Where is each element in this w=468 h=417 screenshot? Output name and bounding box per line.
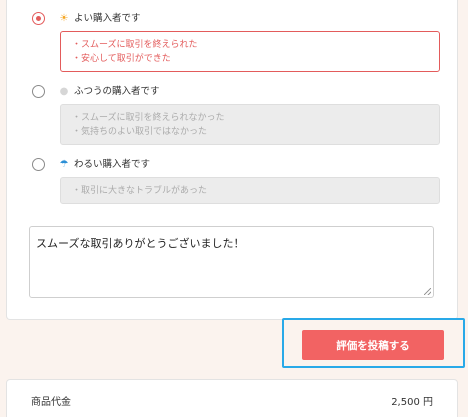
price-label: 商品代金	[31, 397, 71, 408]
cloud-icon: ●	[59, 85, 69, 97]
price-summary-card: 商品代金 2,500 円	[6, 379, 458, 417]
submit-review-button[interactable]: 評価を投稿する	[302, 330, 444, 360]
rating-option-good-label: よい購入者です	[74, 12, 141, 24]
rating-option-bad[interactable]: ☂ わるい購入者です	[32, 158, 150, 171]
description-line: ・スムーズに取引を終えられなかった	[72, 113, 225, 123]
rating-option-bad-label: わるい購入者です	[74, 158, 151, 170]
rating-normal-description: ・スムーズに取引を終えられなかった ・気持ちのよい取引ではなかった	[60, 104, 440, 145]
description-line: ・スムーズに取引を終えられた	[72, 40, 198, 50]
sun-icon: ☀	[59, 12, 69, 24]
umbrella-icon: ☂	[59, 158, 69, 170]
rating-good-description: ・スムーズに取引を終えられた ・安心して取引ができた	[60, 31, 440, 72]
rating-option-normal-label: ふつうの購入者です	[74, 85, 160, 97]
description-line: ・安心して取引ができた	[72, 54, 171, 64]
radio-bad[interactable]	[32, 158, 45, 171]
description-line: ・取引に大きなトラブルがあった	[72, 186, 208, 196]
rating-option-normal[interactable]: ● ふつうの購入者です	[32, 85, 160, 98]
rating-option-good[interactable]: ☀ よい購入者です	[32, 12, 141, 25]
radio-normal[interactable]	[32, 85, 45, 98]
rating-bad-description: ・取引に大きなトラブルがあった	[60, 177, 440, 204]
resize-handle[interactable]	[424, 288, 431, 295]
price-value: 2,500 円	[391, 397, 433, 408]
rating-form-card: ☀ よい購入者です ・スムーズに取引を終えられた ・安心して取引ができた ● ふ…	[6, 0, 458, 320]
comment-text: スムーズな取引ありがとうございました！	[36, 237, 245, 250]
radio-good[interactable]	[32, 12, 45, 25]
comment-textarea[interactable]: スムーズな取引ありがとうございました！	[29, 226, 434, 298]
description-line: ・気持ちのよい取引ではなかった	[72, 127, 208, 137]
